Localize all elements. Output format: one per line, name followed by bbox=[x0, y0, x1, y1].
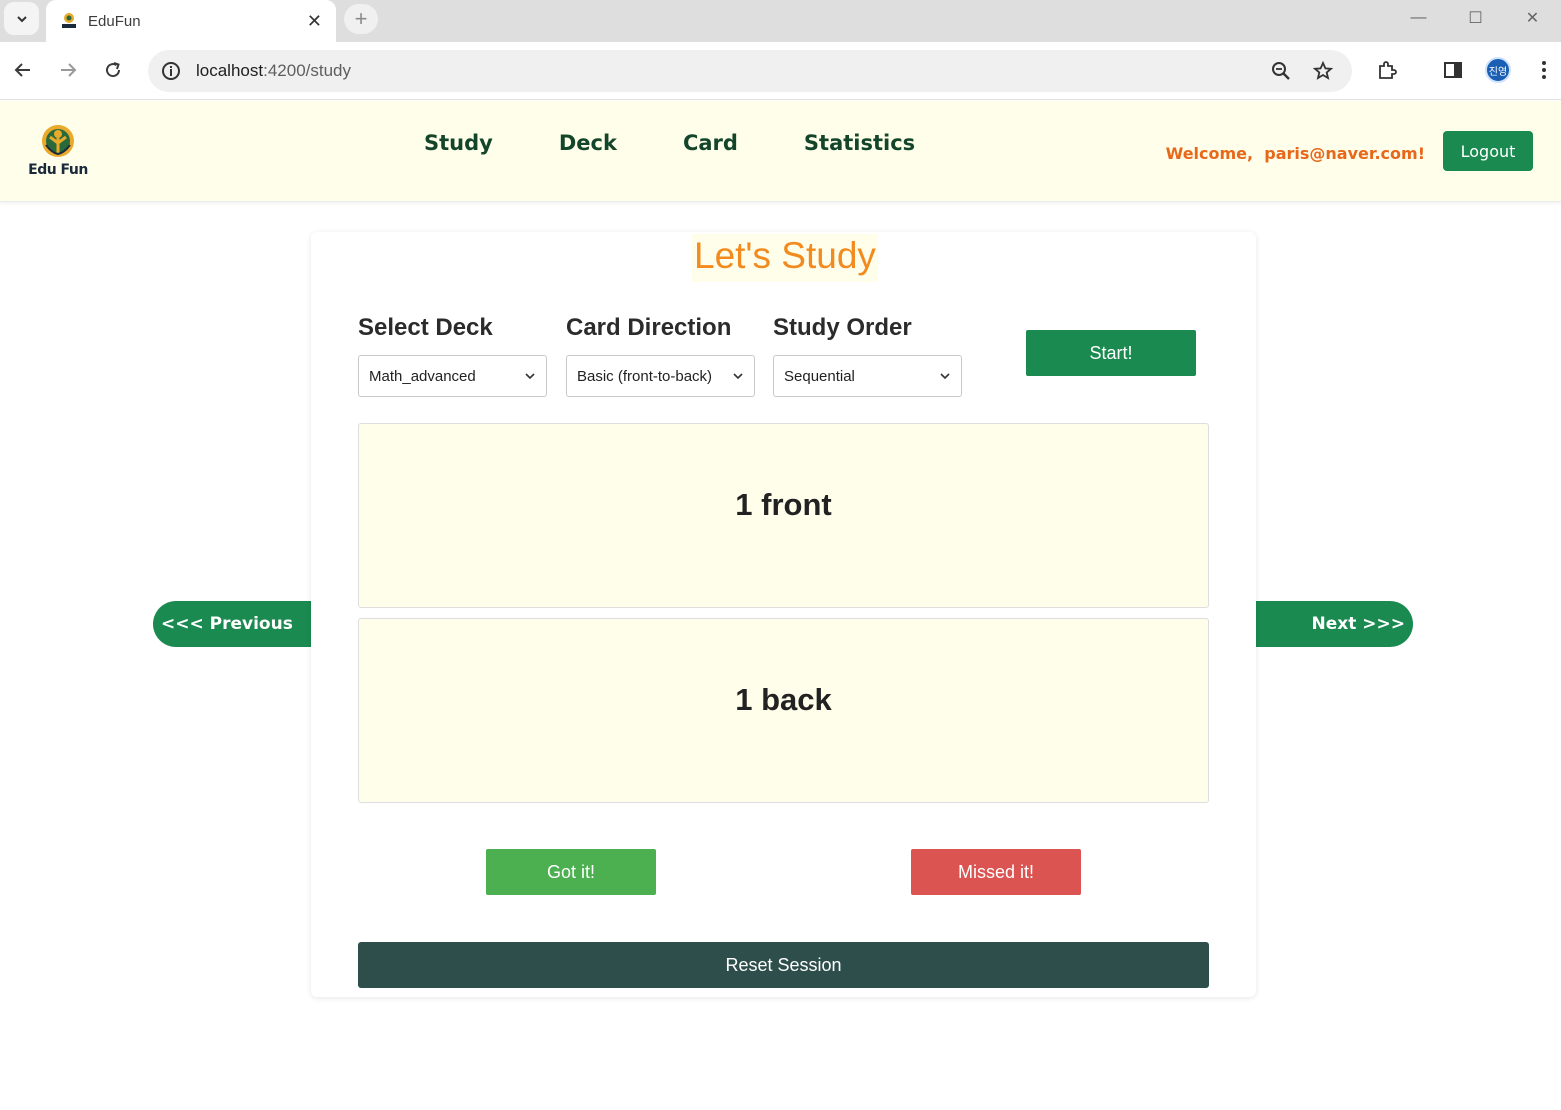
card-direction-select[interactable]: Basic (front-to-back) bbox=[566, 355, 755, 397]
address-bar[interactable]: localhost:4200/study bbox=[148, 50, 1352, 92]
bookmark-star-icon[interactable] bbox=[1306, 54, 1340, 88]
study-order-label: Study Order bbox=[773, 314, 912, 341]
maximize-icon[interactable]: ☐ bbox=[1447, 0, 1504, 36]
chevron-down-icon bbox=[733, 373, 743, 380]
logo-text: Edu Fun bbox=[28, 162, 88, 178]
app-header: Edu Fun Study Deck Card Statistics Welco… bbox=[0, 101, 1561, 202]
card-front[interactable]: 1 front bbox=[358, 423, 1209, 608]
nav-statistics[interactable]: Statistics bbox=[804, 131, 915, 155]
browser-tabstrip: EduFun ✕ + — ☐ ✕ bbox=[0, 0, 1561, 42]
card-direction-label: Card Direction bbox=[566, 314, 732, 341]
new-tab-button[interactable]: + bbox=[344, 4, 378, 34]
reload-icon[interactable] bbox=[96, 53, 130, 87]
card-front-text: 1 front bbox=[735, 486, 832, 522]
page-title: Let's Study bbox=[692, 234, 878, 282]
window-close-icon[interactable]: ✕ bbox=[1504, 0, 1561, 36]
url-path: :4200/study bbox=[263, 61, 352, 80]
browser-toolbar: localhost:4200/study 진영 bbox=[0, 42, 1561, 100]
forward-icon[interactable] bbox=[51, 53, 85, 87]
chevron-down-icon bbox=[525, 373, 535, 380]
extensions-icon[interactable] bbox=[1370, 53, 1404, 87]
tab-search-button[interactable] bbox=[4, 2, 39, 35]
kebab-menu-icon[interactable] bbox=[1527, 53, 1561, 87]
back-icon[interactable] bbox=[6, 53, 40, 87]
card-direction-value: Basic (front-to-back) bbox=[577, 367, 713, 385]
minimize-icon[interactable]: — bbox=[1390, 0, 1447, 36]
main-nav: Study Deck Card Statistics bbox=[424, 131, 981, 155]
card-back[interactable]: 1 back bbox=[358, 618, 1209, 803]
chevron-down-icon bbox=[940, 373, 950, 380]
nav-deck[interactable]: Deck bbox=[559, 131, 617, 155]
start-button[interactable]: Start! bbox=[1026, 330, 1196, 376]
study-order-value: Sequential bbox=[784, 367, 855, 385]
study-order-select[interactable]: Sequential bbox=[773, 355, 962, 397]
study-panel: Let's Study Select Deck Card Direction S… bbox=[311, 232, 1256, 997]
url-text[interactable]: localhost:4200/study bbox=[196, 61, 1256, 81]
nav-card[interactable]: Card bbox=[683, 131, 738, 155]
side-panel-icon[interactable] bbox=[1436, 53, 1470, 87]
select-deck-label: Select Deck bbox=[358, 314, 493, 341]
close-icon[interactable]: ✕ bbox=[307, 11, 322, 32]
chevron-down-icon bbox=[16, 15, 27, 22]
zoom-icon[interactable] bbox=[1264, 54, 1298, 88]
profile-button[interactable]: 진영 bbox=[1481, 53, 1515, 87]
browser-tab-active[interactable]: EduFun ✕ bbox=[46, 0, 336, 42]
logout-button[interactable]: Logout bbox=[1443, 131, 1533, 171]
tab-title: EduFun bbox=[88, 12, 141, 30]
missed-it-button[interactable]: Missed it! bbox=[911, 849, 1081, 895]
window-controls: — ☐ ✕ bbox=[1390, 0, 1561, 36]
reset-session-button[interactable]: Reset Session bbox=[358, 942, 1209, 988]
card-back-text: 1 back bbox=[735, 681, 832, 717]
site-info-icon[interactable] bbox=[160, 60, 182, 82]
deck-select-value: Math_advanced bbox=[369, 367, 476, 385]
edufun-logo[interactable]: Edu Fun bbox=[26, 123, 90, 181]
url-host: localhost bbox=[196, 61, 264, 80]
avatar: 진영 bbox=[1485, 57, 1511, 83]
welcome-message: Welcome, paris@naver.com! bbox=[1165, 144, 1425, 163]
logo-mark-icon bbox=[42, 125, 74, 157]
previous-button[interactable]: <<< Previous bbox=[153, 601, 311, 647]
next-button[interactable]: Next >>> bbox=[1256, 601, 1413, 647]
nav-study[interactable]: Study bbox=[424, 131, 493, 155]
got-it-button[interactable]: Got it! bbox=[486, 849, 656, 895]
deck-select[interactable]: Math_advanced bbox=[358, 355, 547, 397]
edufun-favicon-icon bbox=[62, 13, 76, 28]
